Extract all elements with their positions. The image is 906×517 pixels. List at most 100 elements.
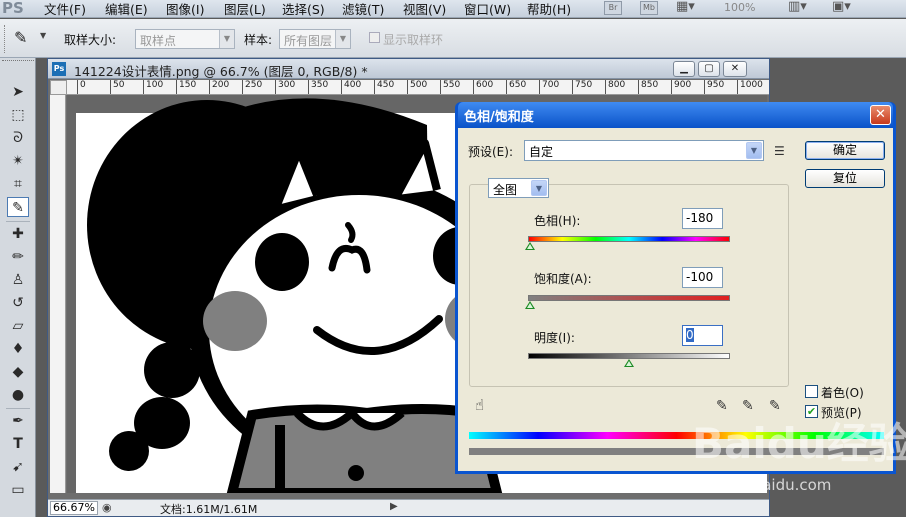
- healing-brush-tool-icon[interactable]: ✚: [7, 224, 29, 244]
- targeted-adjustment-hand-icon[interactable]: ☝: [475, 398, 484, 413]
- menu-select[interactable]: 选择(S): [282, 0, 325, 18]
- zoom-level[interactable]: 100%: [724, 1, 755, 14]
- move-tool-icon[interactable]: ➤: [7, 82, 29, 102]
- history-brush-tool-icon[interactable]: ↺: [7, 293, 29, 313]
- toolbox-grip: [2, 60, 34, 64]
- show-ring-label: 显示取样环: [383, 33, 444, 47]
- ruler-tick: 250: [242, 80, 262, 94]
- path-selection-tool-icon[interactable]: ➹: [7, 457, 29, 477]
- dialog-close-button[interactable]: ✕: [870, 105, 891, 125]
- menu-view[interactable]: 视图(V): [403, 0, 446, 18]
- lightness-label: 明度(I):: [534, 331, 575, 345]
- channel-select[interactable]: 全图 ▼: [488, 178, 549, 198]
- ruler-tick: 550: [440, 80, 460, 94]
- clone-stamp-tool-icon[interactable]: ♙: [7, 270, 29, 290]
- ruler-tick: 650: [506, 80, 526, 94]
- view-extras-icon[interactable]: ▦▾: [676, 0, 695, 14]
- ruler-tick: 200: [209, 80, 229, 94]
- eyedropper-tool-preset-icon[interactable]: ✎: [14, 28, 27, 47]
- minimize-button[interactable]: ▁: [673, 61, 695, 77]
- ruler-tick: 700: [539, 80, 559, 94]
- status-arrow-icon[interactable]: ▶: [390, 501, 398, 512]
- lightness-input[interactable]: 0: [682, 325, 723, 346]
- menu-image[interactable]: 图像(I): [166, 0, 204, 18]
- type-tool-icon[interactable]: T: [7, 434, 29, 454]
- minibridge-app-button[interactable]: Mb: [640, 1, 658, 15]
- baidu-watermark-url: jingyan.baidu.com: [693, 476, 832, 494]
- ruler-tick: 350: [308, 80, 328, 94]
- pen-tool-icon[interactable]: ✒: [7, 411, 29, 431]
- ruler-tick: 450: [374, 80, 394, 94]
- status-menu-icon[interactable]: ◉: [102, 501, 112, 514]
- chevron-down-icon: ▼: [746, 142, 762, 159]
- options-bar: ✎ ▼ 取样大小: 取样点 ▼ 样本: 所有图层 ▼ 显示取样环: [0, 19, 906, 58]
- arrange-documents-icon[interactable]: ▥▾: [788, 0, 807, 14]
- document-title: 141224设计表情.png @ 66.7% (图层 0, RGB/8) *: [74, 64, 368, 79]
- document-title-bar[interactable]: Ps 141224设计表情.png @ 66.7% (图层 0, RGB/8) …: [48, 59, 769, 79]
- reset-button[interactable]: 复位: [805, 169, 885, 188]
- magic-wand-tool-icon[interactable]: ✴: [7, 151, 29, 171]
- ruler-tick: 850: [638, 80, 658, 94]
- sample-select[interactable]: 所有图层 ▼: [279, 29, 351, 49]
- zoom-field[interactable]: 66.67%: [50, 501, 98, 515]
- sample-size-select[interactable]: 取样点 ▼: [135, 29, 235, 49]
- horizontal-ruler[interactable]: 0 50 100 150 200 250 300 350 400 450 500…: [67, 80, 769, 95]
- toolbox-divider: [6, 408, 30, 409]
- preset-options-icon[interactable]: ☰: [774, 144, 785, 158]
- menu-file[interactable]: 文件(F): [44, 0, 86, 18]
- maximize-button[interactable]: ▢: [698, 61, 720, 77]
- dodge-tool-icon[interactable]: ●: [7, 385, 29, 405]
- ok-button[interactable]: 确定: [805, 141, 885, 160]
- close-button[interactable]: ✕: [723, 61, 747, 77]
- brush-tool-icon[interactable]: ✏: [7, 247, 29, 267]
- ruler-tick: 400: [341, 80, 361, 94]
- hue-input[interactable]: -180: [682, 208, 723, 229]
- bridge-app-button[interactable]: Br: [604, 1, 622, 15]
- menu-window[interactable]: 窗口(W): [464, 0, 511, 18]
- options-grip: [4, 25, 7, 53]
- dialog-title: 色相/饱和度: [464, 110, 534, 125]
- blur-tool-icon[interactable]: ◆: [7, 362, 29, 382]
- ruler-tick: 50: [110, 80, 124, 94]
- chevron-down-icon: ▼: [219, 30, 234, 48]
- eraser-tool-icon[interactable]: ▱: [7, 316, 29, 336]
- marquee-tool-icon[interactable]: ⬚: [7, 105, 29, 125]
- sample-label: 样本:: [244, 33, 273, 47]
- lasso-tool-icon[interactable]: ᘐ: [7, 128, 29, 148]
- saturation-slider[interactable]: [528, 295, 730, 301]
- saturation-slider-thumb[interactable]: [525, 301, 535, 309]
- preset-select[interactable]: 自定 ▼: [524, 140, 764, 161]
- crop-tool-icon[interactable]: ⌗: [7, 174, 29, 194]
- saturation-label: 饱和度(A):: [534, 272, 592, 286]
- hue-slider-thumb[interactable]: [525, 242, 535, 250]
- eyedropper-tool-icon[interactable]: ✎: [7, 197, 29, 217]
- document-size: 文档:1.61M/1.61M: [160, 503, 258, 516]
- menu-filter[interactable]: 滤镜(T): [342, 0, 384, 18]
- show-ring-checkbox[interactable]: [369, 32, 380, 43]
- ruler-tick: 1000: [737, 80, 763, 94]
- shape-tool-icon[interactable]: ▭: [7, 480, 29, 500]
- ruler-origin[interactable]: [50, 80, 67, 95]
- dialog-title-bar[interactable]: 色相/饱和度 ✕: [458, 102, 893, 128]
- vertical-ruler[interactable]: [50, 95, 66, 493]
- hue-slider[interactable]: [528, 236, 730, 242]
- menu-edit[interactable]: 编辑(E): [105, 0, 148, 18]
- ruler-tick: 750: [572, 80, 592, 94]
- paint-bucket-tool-icon[interactable]: ♦: [7, 339, 29, 359]
- ruler-tick: 900: [671, 80, 691, 94]
- saturation-input[interactable]: -100: [682, 267, 723, 288]
- menu-bar: PS 文件(F) 编辑(E) 图像(I) 图层(L) 选择(S) 滤镜(T) 视…: [0, 0, 906, 18]
- colorize-checkbox[interactable]: [805, 385, 818, 398]
- photoshop-document-icon: Ps: [52, 62, 66, 76]
- sample-size-label: 取样大小:: [64, 33, 117, 47]
- menu-layer[interactable]: 图层(L): [224, 0, 266, 18]
- photoshop-logo: PS: [2, 0, 24, 17]
- ruler-tick: 300: [275, 80, 295, 94]
- chevron-down-icon: ▼: [531, 180, 547, 196]
- chevron-down-icon[interactable]: ▼: [40, 31, 46, 40]
- lightness-slider-thumb[interactable]: [624, 359, 634, 367]
- toolbox-divider: [6, 221, 30, 222]
- screen-mode-icon[interactable]: ▣▾: [832, 0, 851, 14]
- menu-help[interactable]: 帮助(H): [527, 0, 571, 18]
- lightness-value: 0: [686, 328, 694, 342]
